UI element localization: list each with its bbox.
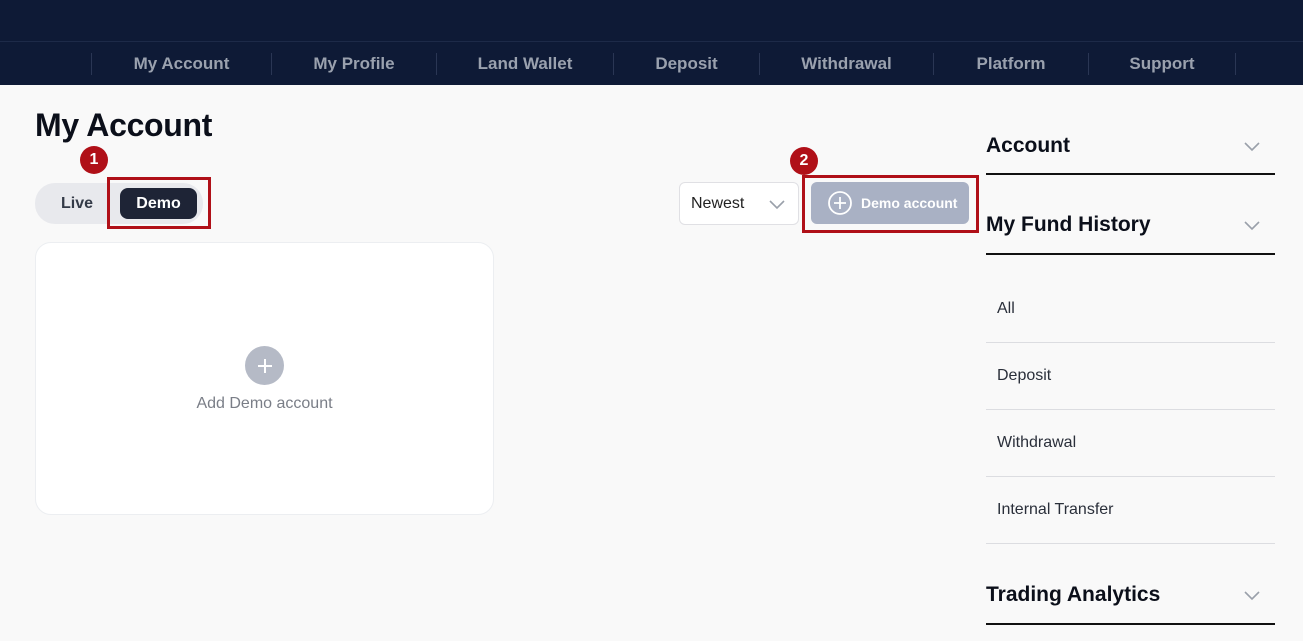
sort-select-value: Newest — [691, 194, 745, 212]
page-title: My Account — [35, 107, 213, 143]
chevron-down-icon — [1243, 137, 1261, 160]
sidebar-section-title: Trading Analytics — [986, 583, 1161, 606]
step-marker-1: 1 — [80, 146, 108, 174]
add-demo-account-card[interactable]: Add Demo account — [35, 242, 494, 515]
top-bar: My Account My Profile Land Wallet Deposi… — [0, 0, 1303, 85]
sidebar-section-account[interactable]: Account — [986, 125, 1275, 175]
step-marker-2: 2 — [790, 147, 818, 175]
highlight-box-demo-account-button — [802, 175, 979, 233]
fund-history-item-deposit[interactable]: Deposit — [986, 343, 1275, 410]
chevron-down-icon — [1243, 586, 1261, 609]
nav-item-my-profile[interactable]: My Profile — [271, 52, 436, 75]
nav-item-support[interactable]: Support — [1088, 52, 1236, 75]
highlight-box-demo-toggle — [107, 177, 211, 229]
sidebar-section-fund-history[interactable]: My Fund History — [986, 204, 1275, 255]
sort-select[interactable]: Newest — [679, 182, 799, 225]
nav-item-deposit[interactable]: Deposit — [613, 52, 759, 75]
nav-item-land-wallet[interactable]: Land Wallet — [436, 52, 613, 75]
chevron-down-icon — [768, 195, 786, 218]
main-nav: My Account My Profile Land Wallet Deposi… — [91, 42, 1236, 85]
nav-item-platform[interactable]: Platform — [933, 52, 1088, 75]
plus-icon[interactable] — [245, 346, 284, 385]
fund-history-item-all[interactable]: All — [986, 276, 1275, 343]
fund-history-item-withdrawal[interactable]: Withdrawal — [986, 410, 1275, 477]
nav-item-my-account[interactable]: My Account — [91, 52, 271, 75]
sidebar-section-title: Account — [986, 134, 1070, 157]
nav-item-withdrawal[interactable]: Withdrawal — [759, 52, 933, 75]
add-demo-account-card-label: Add Demo account — [196, 395, 333, 412]
fund-history-item-internal-transfer[interactable]: Internal Transfer — [986, 477, 1275, 544]
chevron-down-icon — [1243, 216, 1261, 239]
sidebar-section-trading-analytics[interactable]: Trading Analytics — [986, 575, 1275, 625]
fund-history-list: All Deposit Withdrawal Internal Transfer — [986, 276, 1275, 544]
sidebar-section-title: My Fund History — [986, 213, 1151, 236]
